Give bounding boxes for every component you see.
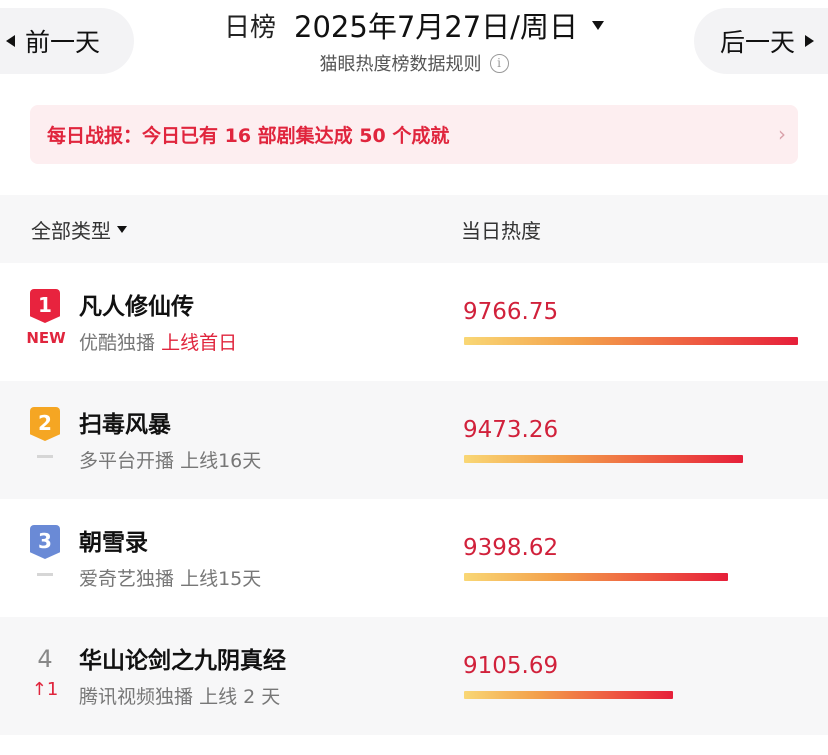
show-title: 扫毒风暴: [79, 412, 171, 438]
rank-cell: 4 ↑1: [30, 643, 60, 700]
heat-bar: [464, 573, 729, 581]
type-filter-label: 全部类型: [31, 218, 111, 243]
platform-label: 多平台开播: [79, 450, 175, 472]
trend-new-label: NEW: [26, 329, 66, 347]
type-filter[interactable]: 全部类型: [31, 215, 127, 244]
rank-cell: 3: [30, 525, 60, 576]
show-title: 凡人修仙传: [79, 294, 194, 320]
release-status: 上线16天: [180, 450, 262, 472]
heat-column-header: 当日热度: [461, 218, 541, 243]
show-meta: 腾讯视频独播 上线 2 天: [79, 682, 280, 709]
heat-value: 9766.75: [463, 299, 559, 325]
ranking-row[interactable]: 3 朝雪录 爱奇艺独播 上线15天 9398.62: [0, 499, 828, 617]
platform-label: 腾讯视频独播: [79, 686, 194, 708]
release-status: 上线首日: [161, 332, 238, 354]
show-title: 华山论剑之九阴真经: [79, 648, 286, 674]
platform-label: 爱奇艺独播: [79, 568, 175, 590]
rank-change: 1: [46, 679, 59, 700]
show-meta: 多平台开播 上线16天: [79, 446, 261, 473]
chart-kind-label: 日榜: [224, 12, 277, 43]
rank-number: 4: [37, 645, 53, 673]
table-header: 全部类型 当日热度: [0, 195, 828, 263]
daily-report-banner[interactable]: 每日战报：今日已有 16 部剧集达成 50 个成就 ›: [30, 105, 798, 164]
chevron-down-icon: [591, 20, 604, 30]
banner-text: 每日战报：今日已有 16 部剧集达成 50 个成就: [47, 125, 450, 147]
ranking-row[interactable]: 1 NEW 凡人修仙传 优酷独播 上线首日 9766.75: [0, 263, 828, 381]
info-icon: i: [489, 53, 509, 73]
show-title: 朝雪录: [79, 530, 148, 556]
ranking-row[interactable]: 4 ↑1 华山论剑之九阴真经 腾讯视频独播 上线 2 天 9105.69: [0, 617, 828, 735]
rank-cell: 1 NEW: [26, 289, 66, 349]
chevron-right-icon: ›: [778, 122, 786, 146]
rules-link[interactable]: 猫眼热度榜数据规则 i: [0, 50, 828, 76]
trend-up: ↑1: [30, 679, 60, 700]
release-status: 上线15天: [180, 568, 262, 590]
rank-badge: 3: [30, 525, 60, 559]
rank-cell: 2: [30, 407, 60, 458]
caret-down-icon: [117, 225, 127, 233]
heat-value: 9398.62: [463, 535, 559, 561]
show-meta: 爱奇艺独播 上线15天: [79, 564, 261, 591]
rules-label: 猫眼热度榜数据规则: [319, 54, 482, 75]
heat-value: 9105.69: [463, 653, 559, 679]
heat-bar: [464, 691, 673, 699]
heat-bar: [464, 455, 743, 463]
date-picker[interactable]: 日榜 2025年7月27日/周日: [224, 6, 604, 44]
rank-badge: 2: [30, 407, 60, 441]
heat-value: 9473.26: [463, 417, 559, 443]
date-label: 2025年7月27日/周日: [294, 10, 578, 44]
heat-bar: [464, 337, 798, 345]
header-center: 日榜 2025年7月27日/周日 猫眼热度榜数据规则 i: [0, 6, 828, 76]
trend-flat-icon: [37, 573, 53, 576]
release-status: 上线 2 天: [199, 686, 281, 708]
rank-badge: 1: [30, 289, 60, 323]
show-meta: 优酷独播 上线首日: [79, 328, 237, 355]
platform-label: 优酷独播: [79, 332, 156, 354]
ranking-row[interactable]: 2 扫毒风暴 多平台开播 上线16天 9473.26: [0, 381, 828, 499]
arrow-up-icon: ↑: [31, 679, 47, 700]
trend-flat-icon: [37, 455, 53, 458]
